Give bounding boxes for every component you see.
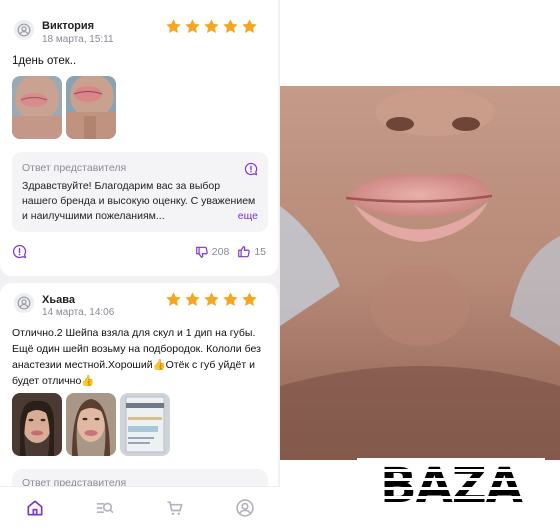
review-text: 1день отек.. <box>12 55 77 67</box>
review-photo[interactable] <box>120 393 170 456</box>
star-icon <box>223 19 238 33</box>
reply-text: Здравствуйте! Благодарим вас за выбор на… <box>22 180 256 222</box>
portrait-photo <box>66 393 116 456</box>
review-photo[interactable] <box>66 76 116 139</box>
product-box-photo <box>120 393 170 456</box>
star-icon <box>204 292 219 306</box>
review-date: 18 марта, 15:11 <box>42 34 114 45</box>
star-icon <box>185 292 200 306</box>
review-header: Виктория 18 марта, 15:11 <box>12 0 266 45</box>
review-footer: 208 15 <box>12 244 266 262</box>
baza-logo-text: BAZA <box>380 458 523 510</box>
swollen-lips-image <box>280 86 560 460</box>
report-icon[interactable] <box>12 244 27 259</box>
avatar[interactable] <box>14 20 34 40</box>
reply-title: Ответ представителя <box>22 162 127 174</box>
read-more-link[interactable]: еще <box>238 210 258 222</box>
dislike-count: 208 <box>211 246 230 258</box>
lips-closeup-photo <box>280 86 560 460</box>
star-icon <box>185 19 200 33</box>
star-icon <box>166 19 181 33</box>
review-date: 14 марта, 14:06 <box>42 307 115 318</box>
user-icon <box>17 296 31 310</box>
portrait-photo <box>12 393 62 456</box>
star-icon <box>166 292 181 306</box>
seller-reply: Ответ представителя Здравствуйте! Благод… <box>12 152 268 232</box>
review-photo[interactable] <box>12 393 62 456</box>
votes: 208 15 <box>195 245 266 259</box>
reviews-panel: Виктория 18 марта, 15:11 1день отек.. От… <box>0 0 280 528</box>
cart-icon[interactable] <box>165 498 185 518</box>
star-icon <box>223 292 238 306</box>
review-text: Отлично.2 Шейпа взяла для скул и 1 дип н… <box>12 327 261 387</box>
message-icon <box>244 162 258 176</box>
review-author: Виктория <box>42 20 95 32</box>
rating-stars <box>165 291 258 308</box>
home-icon[interactable] <box>25 498 45 518</box>
star-icon <box>242 292 257 306</box>
review-photo[interactable] <box>12 76 62 139</box>
like-count: 15 <box>254 246 266 258</box>
user-icon <box>17 23 31 37</box>
catalog-search-icon[interactable] <box>95 498 115 518</box>
thumbs-down-icon <box>195 246 208 258</box>
review-photo[interactable] <box>66 393 116 456</box>
like-button[interactable]: 15 <box>237 245 266 259</box>
rating-stars <box>165 18 258 35</box>
profile-icon[interactable] <box>235 498 255 518</box>
bottom-navigation <box>0 486 280 528</box>
thumbs-up-icon <box>238 246 251 258</box>
lips-photo <box>12 76 62 139</box>
avatar[interactable] <box>14 293 34 313</box>
star-icon <box>242 19 257 33</box>
lips-photo <box>66 76 116 139</box>
review-header: Хьава 14 марта, 14:06 <box>12 283 266 323</box>
baza-logo: BAZA <box>357 458 545 510</box>
review-card: Виктория 18 марта, 15:11 1день отек.. От… <box>0 0 278 276</box>
review-author: Хьава <box>42 294 75 306</box>
star-icon <box>204 19 219 33</box>
dislike-button[interactable]: 208 <box>195 245 230 259</box>
review-photos <box>12 76 116 139</box>
review-photos <box>12 393 170 456</box>
